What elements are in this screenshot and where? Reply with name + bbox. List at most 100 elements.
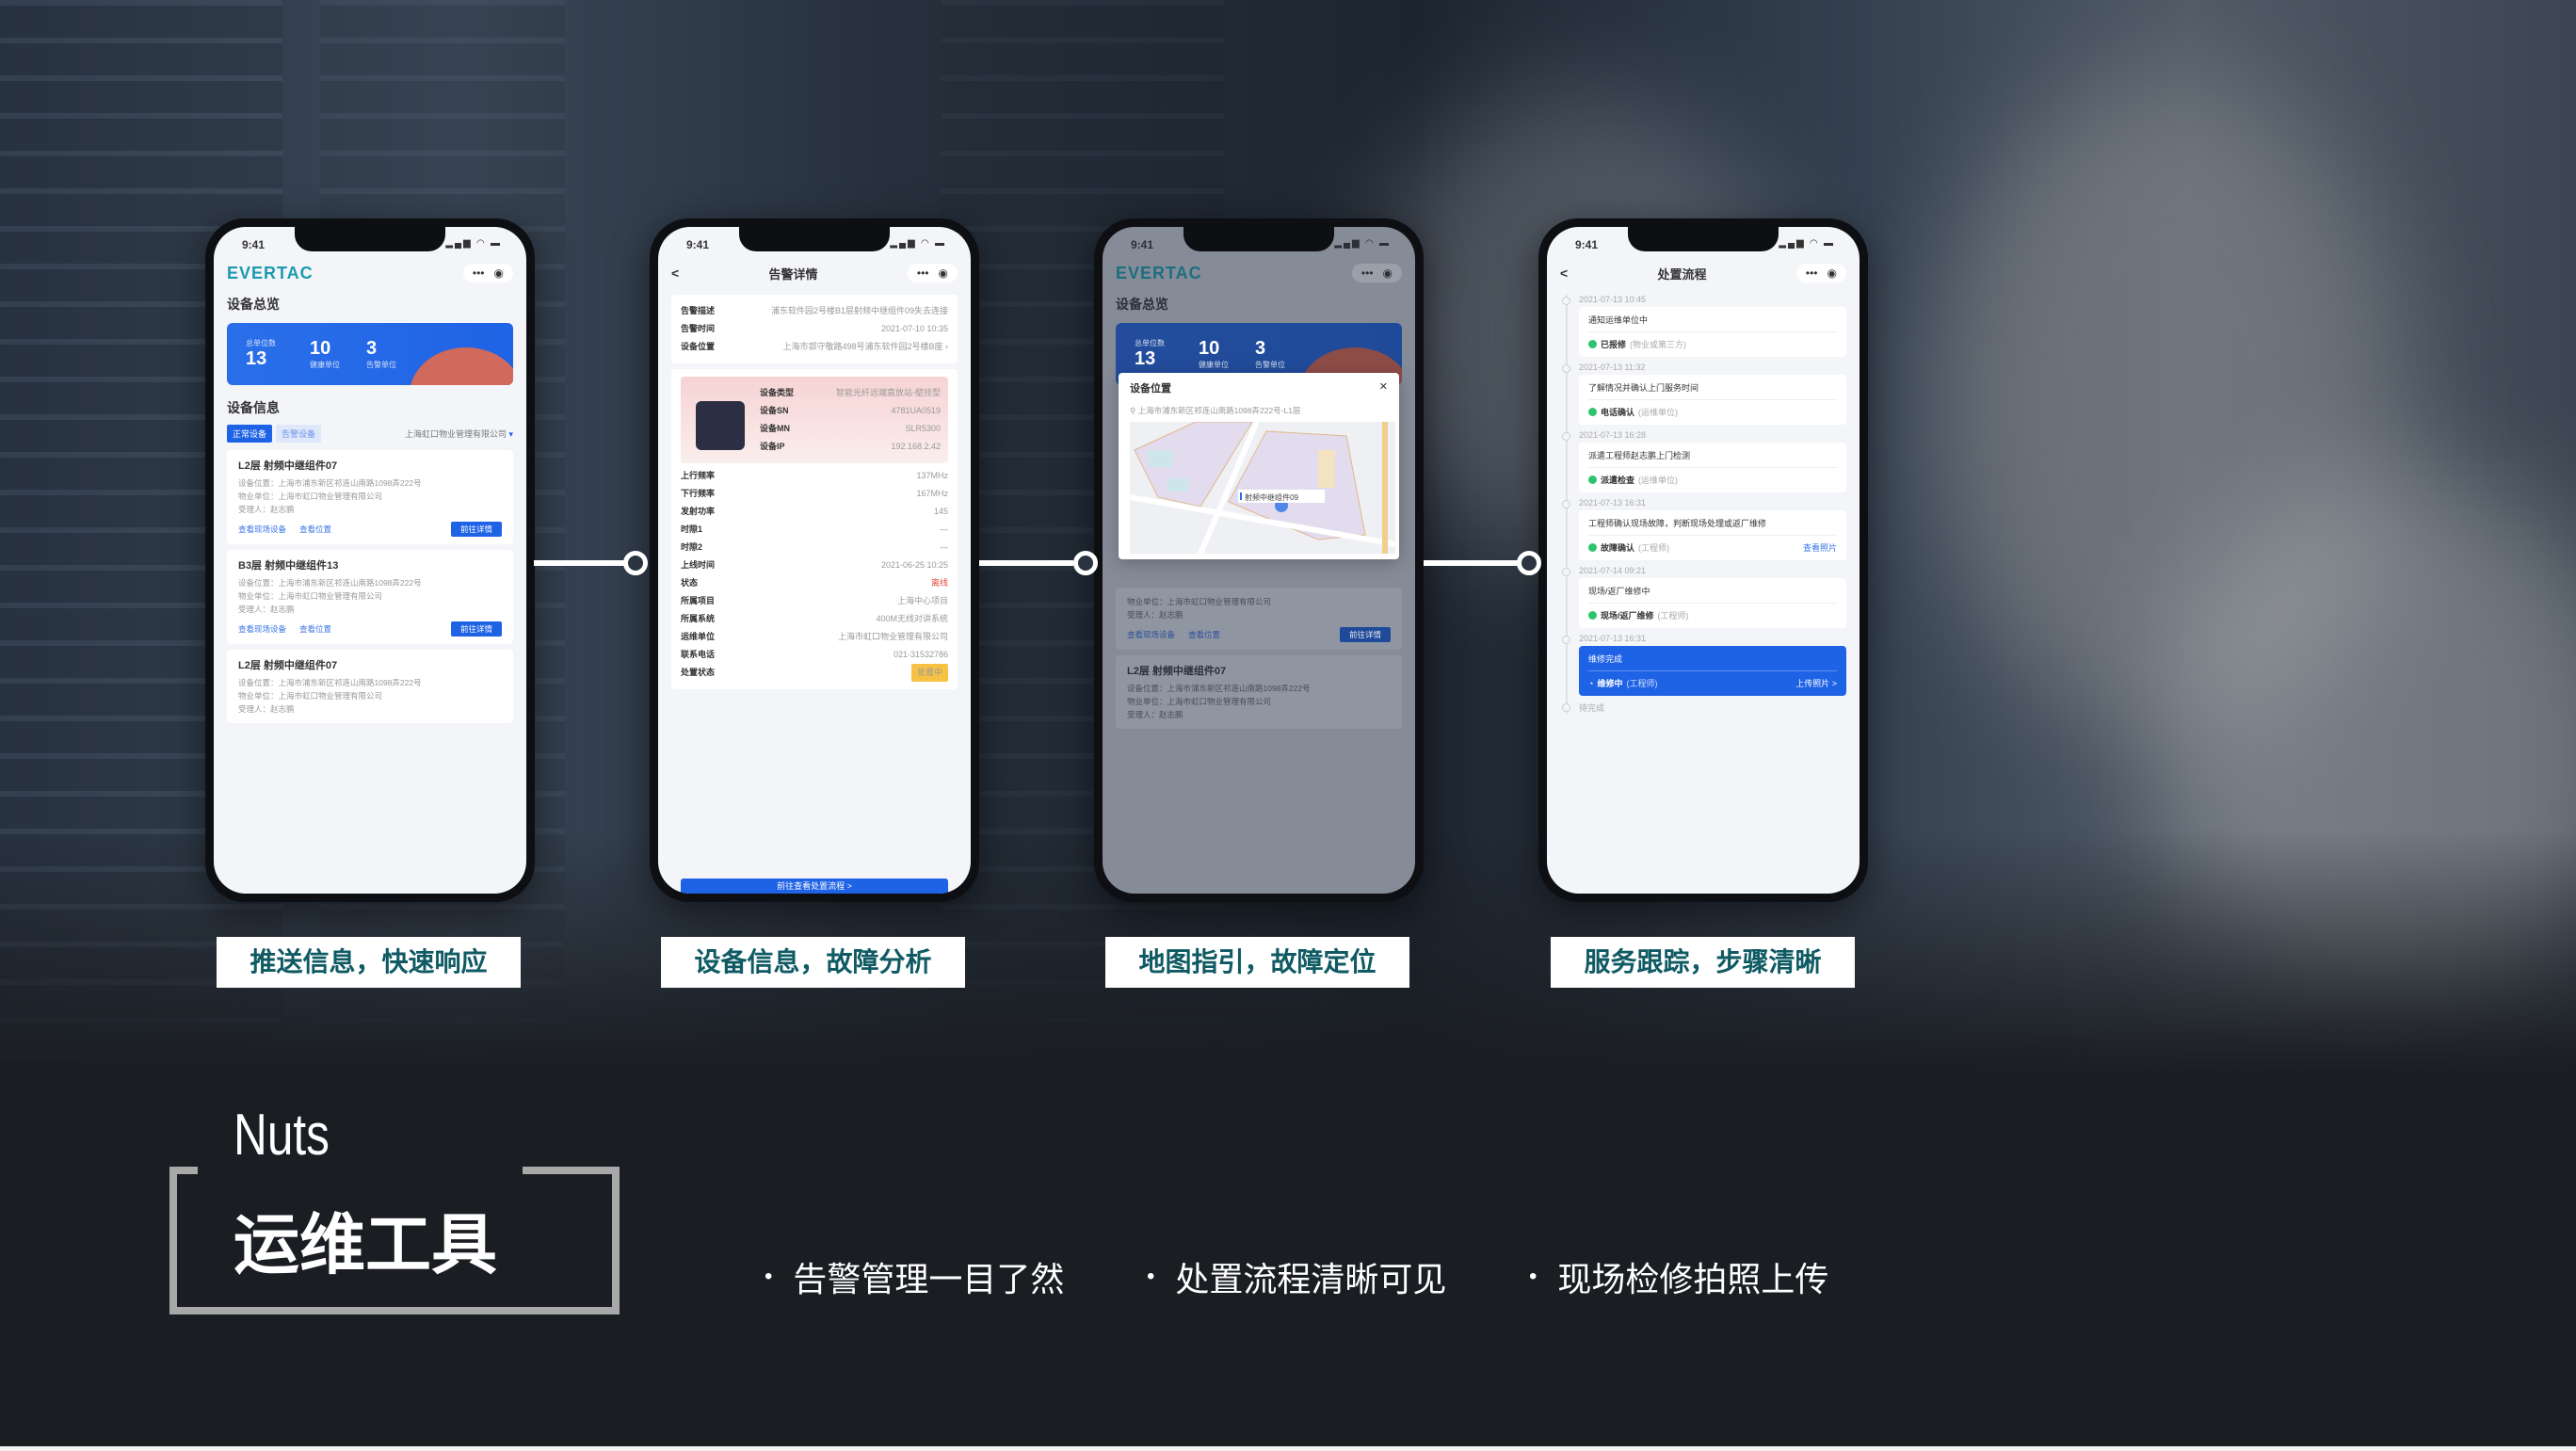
step-card[interactable]: 派遣工程师赵志鹏上门检测 派遣检查 (运维单位) — [1579, 443, 1846, 492]
step-time: 2021-07-13 16:31 — [1562, 634, 1846, 644]
row-value: 400M无线对讲系统 — [876, 614, 948, 623]
device-image — [696, 401, 745, 450]
details-button[interactable]: 前往详情 — [450, 522, 502, 537]
info-row: 上线时间 2021-06-25 10:25 — [681, 556, 948, 574]
device-title: L2层 射频中继组件07 — [238, 460, 338, 472]
view-location-link[interactable]: 查看位置 — [1188, 629, 1220, 640]
connector-line — [534, 560, 628, 566]
title-bracket — [169, 1167, 198, 1174]
status-time: 9:41 — [686, 238, 710, 251]
active-step-card[interactable]: 维修完成 ◔ 维修中 (工程师) 上传照片 > — [1579, 646, 1846, 696]
caption-push: 推送信息，快速响应 — [217, 937, 521, 988]
more-icon[interactable]: ••• — [1361, 266, 1374, 280]
row-value: 145 — [933, 507, 948, 516]
caption-service: 服务跟踪，步骤清晰 — [1551, 937, 1855, 988]
connector-dot — [1517, 551, 1541, 575]
tab-alarm-devices[interactable]: 告警设备 — [276, 425, 322, 443]
info-row: 设备位置 上海市郭守敬路498号浦东软件园2号楼B座 › — [681, 338, 948, 356]
step-card[interactable]: 通知运维单位中 已报修 (物业或第三方) — [1579, 307, 1846, 357]
info-row: 告警时间 2021-07-10 10:35 — [681, 320, 948, 338]
check-circle-icon — [1588, 611, 1597, 620]
row-label: 联系电话 — [681, 650, 716, 659]
device-card[interactable]: L2层 射频中继组件07 设备位置：上海市浦东新区祁连山南路1098弄222号 … — [227, 450, 513, 544]
device-card[interactable]: 物业单位：上海市虹口物业管理有限公司 受理人：赵志鹏 查看现场设备 查看位置 前往详… — [1116, 588, 1402, 650]
device-card[interactable]: L2层 射频中继组件07 设备位置：上海市浦东新区祁连山南路1098弄222号 … — [227, 650, 513, 723]
more-icon[interactable]: ••• — [1806, 266, 1818, 280]
device-title: L2层 射频中继组件07 — [238, 660, 338, 671]
phone-device-map: 9:41 ▂▄▆ ◠ ▬ EVERTAC ••• ◉ 设备总览 总单位数 13 10 健… — [1094, 218, 1424, 902]
device-card[interactable]: B3层 射频中继组件13 设备位置：上海市浦东新区祁连山南路1098弄222号 … — [227, 550, 513, 644]
back-icon[interactable]: < — [1560, 266, 1568, 281]
indoor-map[interactable]: 射频中继组件09 — [1129, 420, 1396, 556]
upload-photo-link[interactable]: 上传照片 > — [1795, 677, 1837, 689]
view-location-link[interactable]: 查看位置 — [299, 524, 331, 535]
phone-process-flow: 9:41 ▂▄▆ ◠ ▬ < 处置流程 ••• ◉ 2021-07-13 10:45… — [1538, 218, 1868, 902]
pending-label: 待完成 — [1562, 701, 1846, 714]
section-title: 设备总览 — [1116, 297, 1168, 312]
row-label: 设备类型 — [760, 388, 795, 397]
step-card[interactable]: 了解情况并确认上门服务时间 电话确认 (运维单位) — [1579, 375, 1846, 425]
view-device-link[interactable]: 查看现场设备 — [238, 623, 286, 635]
process-timeline: 2021-07-13 10:45 通知运维单位中 已报修 (物业或第三方) 202… — [1547, 295, 1860, 714]
row-label: 设备SN — [760, 406, 789, 415]
step-card[interactable]: 现场/返厂维修中 现场/返厂维修 (工程师) — [1579, 578, 1846, 628]
details-button[interactable]: 前往详情 — [450, 621, 502, 637]
view-location-link[interactable]: 查看位置 — [299, 623, 331, 635]
bottom-border — [0, 1446, 2576, 1451]
target-icon[interactable]: ◉ — [1383, 266, 1393, 280]
more-icon[interactable]: ••• — [917, 266, 929, 280]
info-row: 处置状态 处置中 — [681, 664, 948, 682]
row-value: 上海市郭守敬路498号浦东软件园2号楼B座 › — [782, 342, 948, 351]
more-icon[interactable]: ••• — [473, 266, 485, 280]
step-time: 2021-07-13 16:31 — [1562, 498, 1846, 508]
info-row: 上行频率 137MHz — [681, 467, 948, 485]
back-icon[interactable]: < — [671, 266, 679, 281]
company-name: 上海虹口物业管理有限公司 — [404, 429, 507, 439]
row-value: 021-31532786 — [893, 650, 948, 659]
view-photo-link[interactable]: 查看照片 — [1803, 541, 1837, 554]
device-location: 设备位置：上海市浦东新区祁连山南路1098弄222号 — [238, 678, 422, 687]
row-label: 状态 — [681, 578, 699, 588]
target-icon[interactable]: ◉ — [494, 266, 504, 280]
target-icon[interactable]: ◉ — [1827, 266, 1837, 280]
alarm-info-panel: 告警描述 浦东软件园2号楼B1层射频中继组件09失去连接 告警时间 2021-07-1… — [671, 295, 958, 363]
stat-label: 告警单位 — [1255, 361, 1285, 369]
device-card[interactable]: L2层 射频中继组件07 设备位置：上海市浦东新区祁连山南路1098弄222号 … — [1116, 655, 1402, 729]
feature-text: 告警管理一目了然 — [793, 1260, 1065, 1298]
company-dropdown[interactable]: 上海虹口物业管理有限公司 ▾ — [405, 427, 513, 440]
check-circle-icon — [1588, 543, 1597, 552]
connector-line — [1424, 560, 1518, 566]
feature-bullet: • 告警管理一目了然 — [765, 1252, 1064, 1301]
status-time: 9:41 — [1575, 238, 1599, 251]
view-device-link[interactable]: 查看现场设备 — [1127, 629, 1175, 640]
row-value: 2021-07-10 10:35 — [880, 324, 948, 333]
page-title: 处置流程 — [1657, 266, 1707, 282]
view-device-link[interactable]: 查看现场设备 — [238, 524, 286, 535]
device-handler: 受理人：赵志鹏 — [238, 505, 295, 514]
stat-value: 3 — [1255, 338, 1266, 359]
caption-map: 地图指引，故障定位 — [1105, 937, 1409, 988]
modal-address: 上海市浦东新区祁连山南路1098弄222号-L1层 — [1137, 406, 1301, 415]
tab-normal-devices[interactable]: 正常设备 — [227, 425, 273, 443]
step-description: 了解情况并确认上门服务时间 — [1588, 381, 1837, 400]
row-label: 上线时间 — [681, 560, 716, 570]
step-card[interactable]: 工程师确认现场故障，判断现场处理或返厂维修 故障确认 (工程师) 查看照片 — [1579, 510, 1846, 560]
modal-backdrop[interactable]: 9:41 ▂▄▆ ◠ ▬ EVERTAC ••• ◉ 设备总览 总单位数 13 10 健… — [1103, 227, 1415, 894]
phone-notch — [1183, 227, 1334, 251]
clock-icon: ◔ — [1588, 678, 1594, 688]
details-button[interactable]: 前往详情 — [1339, 627, 1391, 642]
view-process-button[interactable]: 前往查看处置流程 > — [681, 879, 948, 894]
close-icon[interactable]: ✕ — [1379, 380, 1388, 395]
row-label: 告警描述 — [681, 306, 716, 315]
phone-notch — [739, 227, 890, 251]
status-badge: 处置中 — [910, 664, 948, 682]
target-icon[interactable]: ◉ — [939, 266, 948, 280]
step-time: 2021-07-13 16:28 — [1562, 430, 1846, 441]
row-label: 处置状态 — [681, 668, 716, 677]
stats-card: 总单位数 13 10 健康单位 3 告警单位 — [227, 323, 513, 385]
row-label: 所属项目 — [681, 596, 716, 605]
step-role: (运维单位) — [1638, 476, 1679, 485]
stat-label: 健康单位 — [310, 361, 340, 369]
device-location-modal: 设备位置 ✕ ⚲ 上海市浦东新区祁连山南路1098弄222号-L1层 射频中继组件… — [1119, 373, 1399, 559]
step-role: (工程师) — [1657, 611, 1689, 621]
